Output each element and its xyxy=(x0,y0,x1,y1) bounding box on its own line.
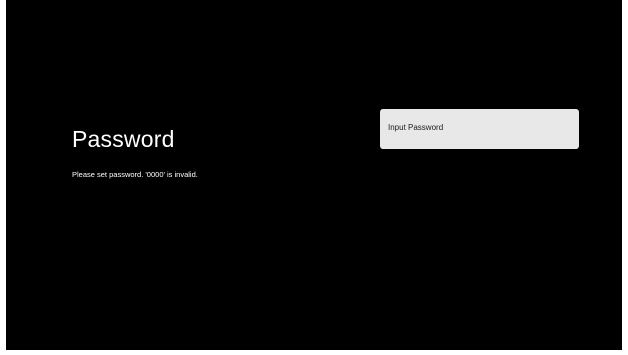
input-password-button[interactable]: Input Password xyxy=(380,109,579,149)
tv-screen: Password Please set password. '0000' is … xyxy=(6,0,622,350)
page-title: Password xyxy=(72,126,175,152)
input-password-label: Input Password xyxy=(388,123,444,132)
page-description: Please set password. '0000' is invalid. xyxy=(72,170,198,179)
